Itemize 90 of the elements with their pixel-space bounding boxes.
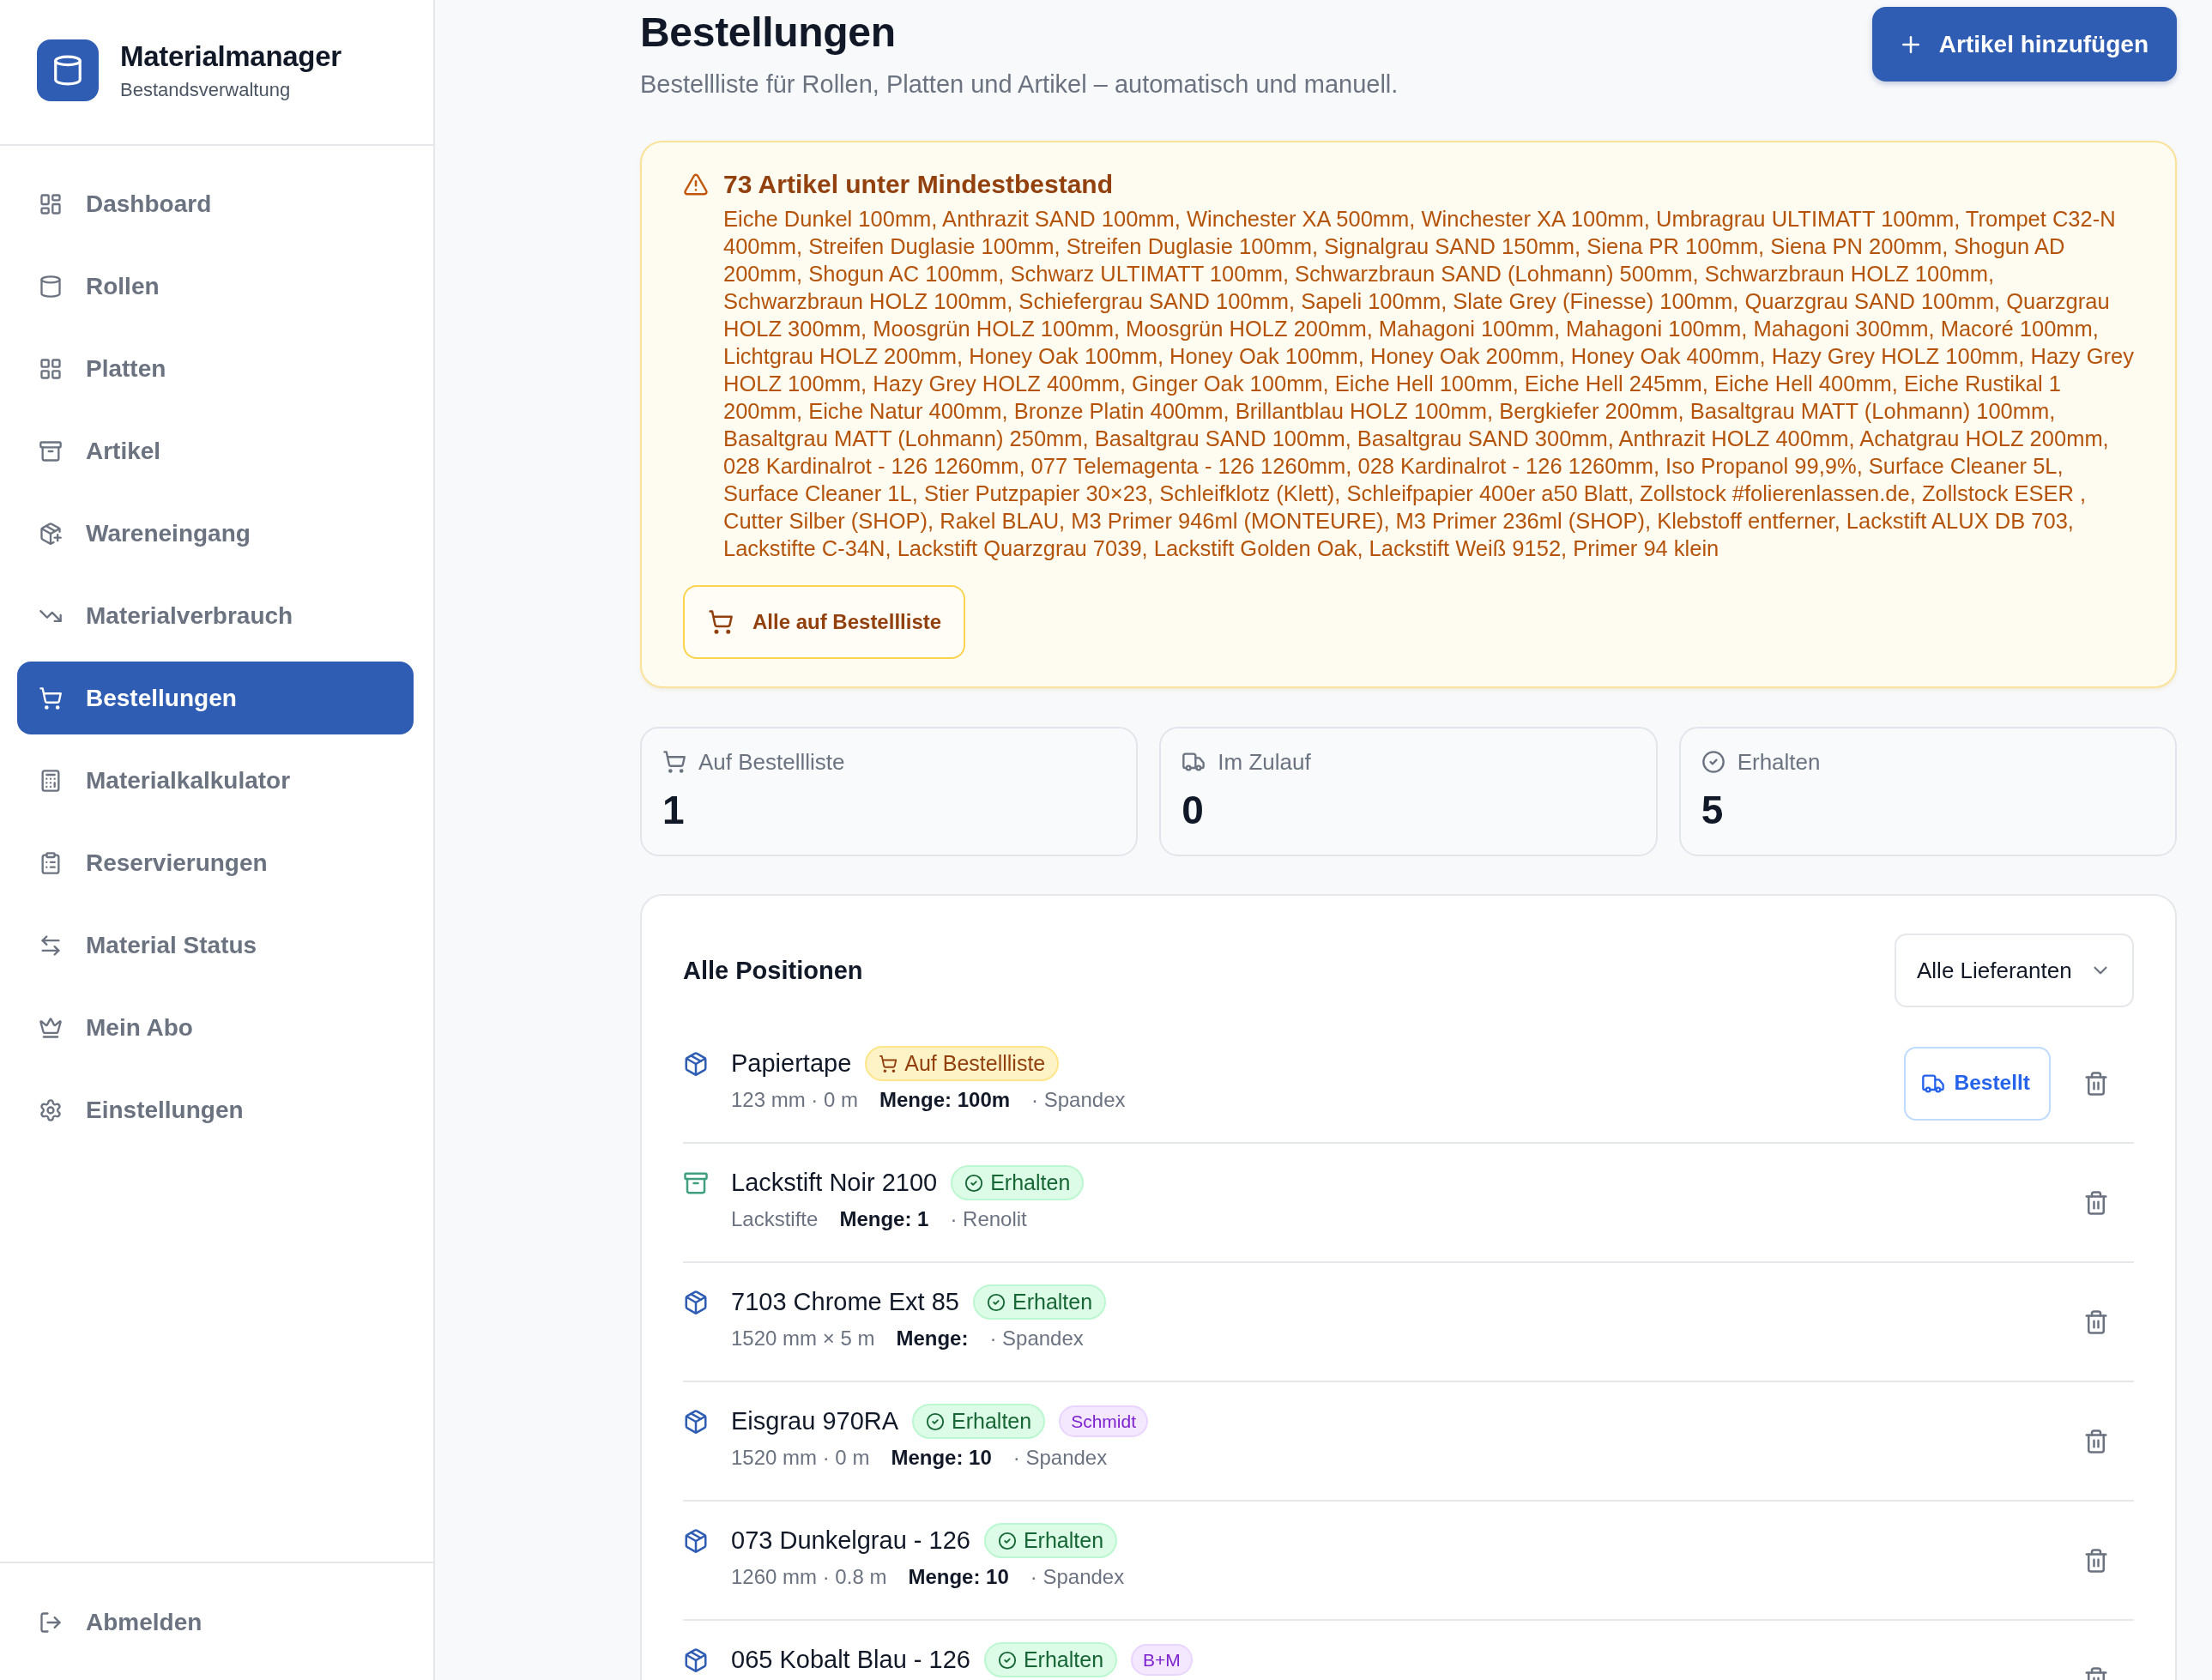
alert-items-text: Eiche Dunkel 100mm, Anthrazit SAND 100mm, Winchester XA 500mm, Winchester XA 100mm, Umbragrau ULTIMATT 100mm, Trompet C32-N 400mm, Streifen Duglasie 100mm, Streifen Duglasie 100mm, Signalgrau SAND 150mm, Siena PR 100mm, Siena PN 200mm, Shogun AD 200mm, Shogun AC 100mm, Schwarz ULTIMATT 100mm, Schwarzbraun SAND (Lohmann) 500mm, Schwarzbraun HOLZ 100mm, Schwarzbraun HOLZ 100mm, Schiefergrau SAND 100mm, Sapeli 100mm, Slate Grey (Finesse) 100mm, Quarzgrau SAND 100mm, Quarzgrau HOLZ 300mm, Moosgrün HOLZ 100mm, Moosgrün HOLZ 200mm, Mahagoni 100mm, Mahagoni 100mm, Mahagoni 300mm, Macoré 100mm, Lichtgrau HOLZ 200mm, Honey Oak 100mm, Honey Oak 100mm, Honey Oak 200mm, Honey Oak 400mm, Hazy Grey HOLZ 100mm, Hazy Grey HOLZ 100mm, Hazy Grey HOLZ 400mm, Ginger Oak 100mm, Eiche Hell 100mm, Eiche Hell 245mm, Eiche Hell 400mm, Eiche Rustikal 1 200mm, Eiche Natur 400mm, Bronze Platin 400mm, Brillantblau HOLZ 100mm, Bergkiefer 200mm, Basaltgrau MATT (Lohmann) 100mm, Basaltgrau MATT (Lohmann) 250mm, Basaltgrau SAND 100mm, Basaltgrau SAND 300mm, Anthrazit HOLZ 400mm, Achatgrau HOLZ 200mm, 028 Kardinalrot - 126 1260mm, 077 Telemagenta - 126 1260mm, 028 Kardinalrot - 126 1260mm, Iso Propanol 99,9%, Surface Cleaner 5L, Surface Cleaner 1L, Stier Putzpapier 30×23, Schleifklotz (Klett), Schleifpapier 400er a50 Blatt, Zollstock #folierenlassen.de, Zollstock ESER , Cutter Silber (SHOP), Rakel BLAU, M3 Primer 946ml (MONTEURE), M3 Primer 236ml (SHOP), Klebstoff entferner, Lackstift ALUX DB 703, Lackstifte C-34N, Lackstift Quarzgrau 7039, Lackstift Golden Oak, Lackstift Weiß 9152, Primer 94 klein [723,206,2134,562]
add-article-button[interactable]: Artikel hinzufügen [1871,7,2177,82]
item-quantity: Menge: [896,1326,969,1351]
package-icon [683,1051,709,1077]
nav-item[interactable]: Dashboard [17,167,414,240]
cart-icon [708,609,734,635]
trash-icon[interactable] [2083,1428,2109,1454]
stat-value: 5 [1701,787,1725,834]
cart-icon [39,686,63,710]
nav-item[interactable]: Reservierungen [17,826,414,899]
item-name: Lackstift Noir 2100 [731,1168,938,1198]
status-badge: Erhalten [983,1523,1118,1558]
item-name: 7103 Chrome Ext 85 [731,1287,959,1317]
status-badge: Erhalten [983,1642,1118,1677]
check-circle-icon [1701,750,1725,774]
nav-item[interactable]: Bestellungen [17,662,414,734]
item-detail: 1520 mm × 5 m [731,1326,875,1351]
logout-icon [39,1610,63,1635]
item-detail: Lackstifte [731,1206,819,1232]
item-quantity: Menge: 10 [891,1445,992,1471]
item-supplier: · Spandex [1012,1445,1108,1471]
check-circle-icon [964,1173,984,1193]
page-title: Bestellungen [640,9,896,57]
archive-icon [39,438,63,463]
check-circle-icon [997,1531,1017,1550]
page-subtitle: Bestellliste für Rollen, Platten und Artikel – automatisch und manuell. [640,69,1399,100]
nav-item[interactable]: Artikel [17,414,414,487]
cylinder-icon [39,274,63,299]
dashboard-grid-icon [39,191,63,216]
nav-item[interactable]: Materialverbrauch [17,579,414,652]
warning-icon [683,172,709,197]
stat-label: Im Zulauf [1218,748,1311,776]
supplier-tag: Schmidt [1059,1405,1149,1437]
item-quantity: Menge: 100m [879,1087,1011,1113]
item-supplier: · Spandex [1030,1564,1125,1590]
package-icon [683,1409,709,1435]
stat-value: 0 [1182,787,1205,834]
item-detail: 123 mm · 0 m [731,1087,859,1113]
package-icon [683,1528,709,1554]
check-circle-icon [926,1411,946,1431]
item-name: 073 Dunkelgrau - 126 [731,1526,970,1556]
stat-label: Auf Bestellliste [698,748,845,776]
add-all-button[interactable]: Alle auf Bestellliste [683,585,966,659]
nav-item[interactable]: Materialkalkulator [17,744,414,817]
nav-item[interactable]: Einstellungen [17,1073,414,1146]
app-title: Materialmanager [120,39,341,74]
nav-item[interactable]: Mein Abo [17,991,414,1064]
supplier-tag: B+M [1131,1644,1193,1676]
ordered-button[interactable]: Bestellt [1904,1046,2051,1121]
section-title: Alle Positionen [683,956,863,986]
status-badge: Erhalten [951,1165,1085,1200]
app-subtitle: Bestandsverwaltung [120,78,292,102]
package-icon [683,1290,709,1315]
cart-icon [879,1054,898,1073]
item-name: Eisgrau 970RA [731,1406,899,1436]
alert-title: 73 Artikel unter Mindestbestand [723,169,1113,200]
item-detail: 1260 mm · 0.8 m [731,1564,887,1590]
trash-icon[interactable] [2083,1547,2109,1574]
item-name: Papiertape [731,1048,852,1079]
nav-item[interactable]: Wareneingang [17,497,414,570]
status-badge: Auf Bestellliste [865,1046,1060,1081]
archive-icon [683,1170,709,1196]
item-name: 065 Kobalt Blau - 126 [731,1645,970,1675]
trash-icon[interactable] [2083,1308,2109,1335]
supplier-dropdown[interactable]: Alle Lieferanten [1895,934,2134,1007]
grid-icon [39,356,63,381]
nav-item[interactable]: Platten [17,332,414,405]
stat-label: Erhalten [1737,748,1821,776]
trash-icon[interactable] [2083,1189,2109,1216]
package-icon [683,1647,709,1673]
item-detail: 1520 mm · 0 m [731,1445,870,1471]
crown-icon [39,1015,63,1040]
item-supplier: · Spandex [989,1326,1084,1351]
check-circle-icon [987,1292,1006,1312]
settings-icon [39,1097,63,1122]
nav-item[interactable]: Material Status [17,909,414,982]
cart-icon [662,750,686,774]
cylinder-logo-icon [37,39,99,101]
item-quantity: Menge: 1 [839,1206,929,1232]
item-supplier: · Renolit [950,1206,1027,1232]
trash-icon[interactable] [2083,1070,2109,1097]
check-circle-icon [997,1650,1017,1670]
package-plus-icon [39,521,63,546]
nav-item[interactable]: Rollen [17,250,414,323]
status-badge: Erhalten [973,1284,1107,1320]
item-quantity: Menge: 10 [908,1564,1009,1590]
stat-value: 1 [662,787,686,834]
item-supplier: · Spandex [1031,1087,1126,1113]
status-badge: Erhalten [912,1404,1046,1439]
logout-button[interactable]: Abmelden [17,1586,414,1659]
